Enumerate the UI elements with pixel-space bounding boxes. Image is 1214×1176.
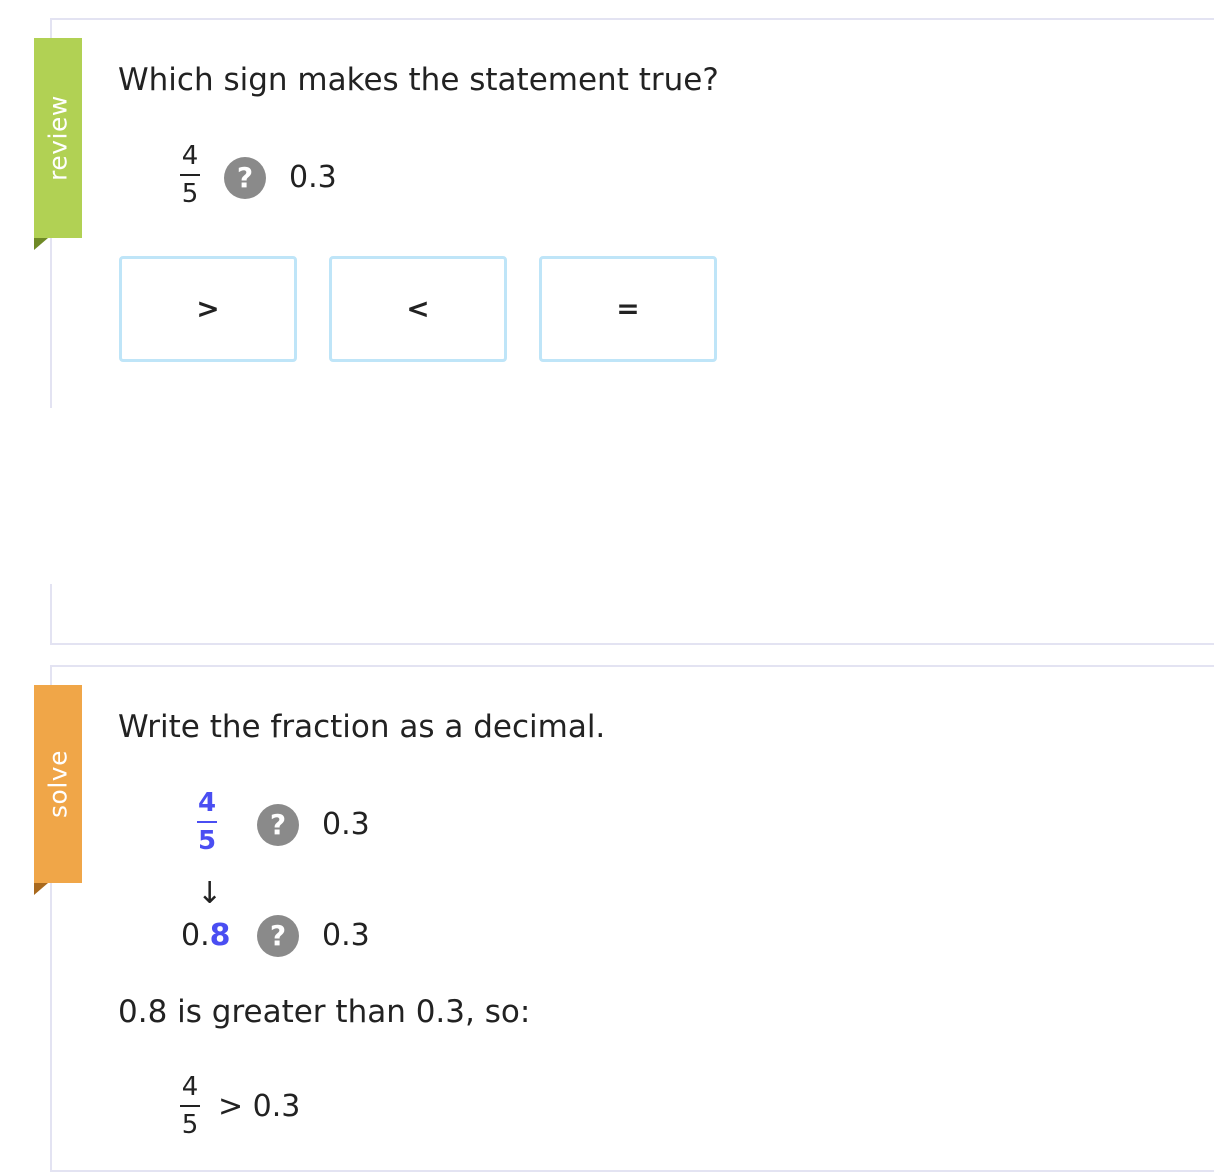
fraction-denominator: 5 bbox=[197, 826, 217, 856]
question-title: Which sign makes the statement true? bbox=[118, 62, 719, 98]
fraction-denominator: 5 bbox=[181, 179, 199, 209]
review-ribbon-label: review bbox=[43, 95, 73, 181]
choice-less-than-button[interactable]: < bbox=[329, 256, 507, 362]
solve-ribbon-label: solve bbox=[43, 750, 73, 818]
decimal-result: 0.8 bbox=[181, 918, 231, 953]
fraction-numerator: 4 bbox=[181, 1072, 199, 1102]
question-mark-icon: ? bbox=[257, 915, 299, 957]
review-fraction: 4 5 bbox=[176, 142, 204, 208]
compare-value: 0.3 bbox=[322, 918, 370, 953]
solve-instruction: Write the fraction as a decimal. bbox=[118, 709, 606, 745]
choice-equals-button[interactable]: = bbox=[539, 256, 717, 362]
decimal-highlight-digit: 8 bbox=[209, 918, 231, 953]
decimal-prefix: 0. bbox=[181, 918, 210, 953]
solve-ribbon: solve bbox=[34, 685, 82, 895]
answer-relation: > 0.3 bbox=[218, 1089, 301, 1124]
compare-value: 0.3 bbox=[289, 160, 337, 195]
answer-fraction: 4 5 bbox=[176, 1073, 204, 1139]
solve-fraction: 4 5 bbox=[193, 789, 221, 855]
question-mark-icon: ? bbox=[224, 157, 266, 199]
fraction-numerator: 4 bbox=[197, 788, 217, 818]
fraction-numerator: 4 bbox=[181, 141, 199, 171]
explanation-text: 0.8 is greater than 0.3, so: bbox=[118, 994, 531, 1030]
down-arrow-icon: ↓ bbox=[197, 876, 223, 911]
review-ribbon: review bbox=[34, 38, 82, 250]
compare-value: 0.3 bbox=[322, 807, 370, 842]
question-mark-icon: ? bbox=[257, 804, 299, 846]
fraction-denominator: 5 bbox=[181, 1110, 199, 1140]
choice-greater-than-button[interactable]: > bbox=[119, 256, 297, 362]
